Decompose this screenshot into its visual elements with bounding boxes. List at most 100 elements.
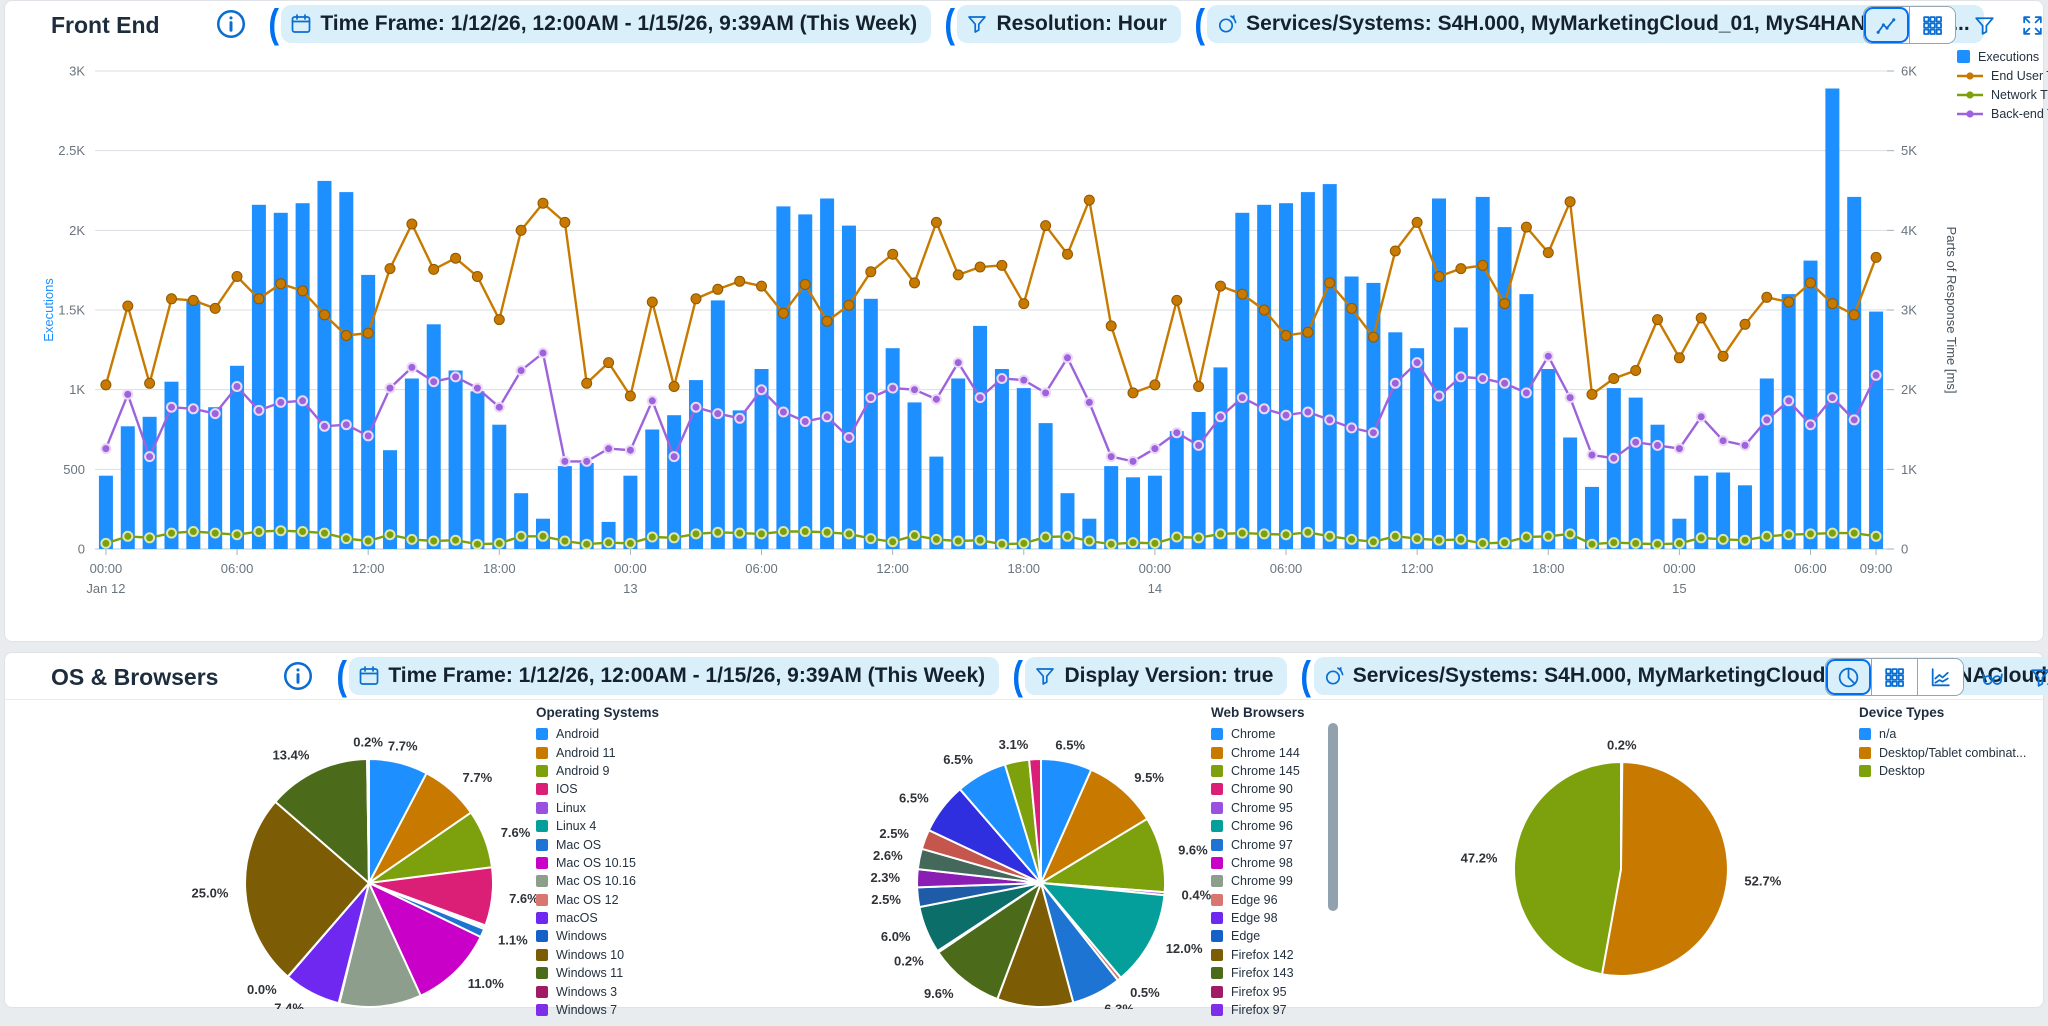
legend-item[interactable]: Firefox 142 xyxy=(1211,946,1300,964)
data-point[interactable] xyxy=(932,395,941,404)
data-point[interactable] xyxy=(823,528,832,537)
data-point[interactable] xyxy=(385,264,395,274)
bar[interactable] xyxy=(296,203,310,549)
data-point[interactable] xyxy=(866,267,876,277)
data-point[interactable] xyxy=(1260,529,1269,538)
bar[interactable] xyxy=(121,426,135,549)
data-point[interactable] xyxy=(1849,310,1859,320)
bar[interactable] xyxy=(449,371,463,550)
data-point[interactable] xyxy=(800,280,810,290)
data-point[interactable] xyxy=(648,396,657,405)
data-point[interactable] xyxy=(1762,532,1771,541)
bar[interactable] xyxy=(1432,199,1446,550)
data-point[interactable] xyxy=(298,396,307,405)
bar[interactable] xyxy=(1825,89,1839,550)
legend-item[interactable]: Firefox 97 xyxy=(1211,1001,1300,1019)
filter-button[interactable] xyxy=(2020,659,2048,695)
data-point[interactable] xyxy=(1107,540,1116,549)
data-point[interactable] xyxy=(298,527,307,536)
legend-item[interactable]: Edge xyxy=(1211,927,1300,945)
legend-item[interactable]: Firefox 143 xyxy=(1211,964,1300,982)
legend-item[interactable]: Mac OS 10.15 xyxy=(536,854,636,872)
data-point[interactable] xyxy=(1150,380,1160,390)
data-point[interactable] xyxy=(735,529,744,538)
data-point[interactable] xyxy=(997,374,1006,383)
data-point[interactable] xyxy=(1521,222,1531,232)
data-point[interactable] xyxy=(1435,536,1444,545)
legend-item[interactable]: Chrome 99 xyxy=(1211,872,1300,890)
data-point[interactable] xyxy=(1653,441,1662,450)
data-point[interactable] xyxy=(647,297,657,307)
bar[interactable] xyxy=(1454,328,1468,550)
data-point[interactable] xyxy=(604,444,613,453)
data-point[interactable] xyxy=(692,529,701,538)
data-point[interactable] xyxy=(1871,252,1881,262)
data-point[interactable] xyxy=(1675,444,1684,453)
data-point[interactable] xyxy=(757,385,766,394)
bar[interactable] xyxy=(1017,388,1031,549)
bar[interactable] xyxy=(1869,312,1883,549)
data-point[interactable] xyxy=(1544,352,1553,361)
data-point[interactable] xyxy=(1587,389,1597,399)
bar[interactable] xyxy=(1192,412,1206,549)
data-point[interactable] xyxy=(429,377,438,386)
data-point[interactable] xyxy=(342,534,351,543)
data-point[interactable] xyxy=(1281,331,1291,341)
bar[interactable] xyxy=(1279,203,1293,549)
chart-view-button[interactable] xyxy=(1917,659,1963,695)
data-point[interactable] xyxy=(845,433,854,442)
data-point[interactable] xyxy=(494,315,504,325)
legend-item[interactable]: Chrome 144 xyxy=(1211,743,1300,761)
data-point[interactable] xyxy=(997,540,1006,549)
data-point[interactable] xyxy=(626,446,635,455)
legend-item[interactable]: Firefox 95 xyxy=(1211,982,1300,1000)
data-point[interactable] xyxy=(1216,281,1226,291)
legend-item[interactable]: Linux 4 xyxy=(536,817,636,835)
bar[interactable] xyxy=(645,430,659,550)
data-point[interactable] xyxy=(1631,539,1640,548)
data-point[interactable] xyxy=(1719,535,1728,544)
data-point[interactable] xyxy=(386,530,395,539)
data-point[interactable] xyxy=(932,535,941,544)
bar[interactable] xyxy=(1782,294,1796,549)
bar[interactable] xyxy=(886,348,900,549)
bar[interactable] xyxy=(1039,423,1053,549)
legend-item[interactable]: Chrome 145 xyxy=(1211,762,1300,780)
legend-item[interactable]: Desktop xyxy=(1859,762,2026,780)
data-point[interactable] xyxy=(1019,376,1028,385)
data-point[interactable] xyxy=(910,278,920,288)
data-point[interactable] xyxy=(1522,533,1531,542)
data-point[interactable] xyxy=(823,412,832,421)
bar[interactable] xyxy=(186,300,200,549)
bar[interactable] xyxy=(405,379,419,550)
legend-item[interactable]: Windows 11 xyxy=(536,964,636,982)
data-point[interactable] xyxy=(1347,423,1356,432)
data-point[interactable] xyxy=(233,382,242,391)
data-point[interactable] xyxy=(626,539,635,548)
pie-slice[interactable] xyxy=(1514,762,1621,974)
data-point[interactable] xyxy=(320,310,330,320)
data-point[interactable] xyxy=(1303,408,1312,417)
data-point[interactable] xyxy=(1653,315,1663,325)
data-point[interactable] xyxy=(1762,415,1771,424)
data-point[interactable] xyxy=(1675,539,1684,548)
data-point[interactable] xyxy=(669,382,679,392)
data-point[interactable] xyxy=(1238,529,1247,538)
bar[interactable] xyxy=(470,391,484,549)
data-point[interactable] xyxy=(101,380,111,390)
data-point[interactable] xyxy=(713,528,722,537)
bar[interactable] xyxy=(492,425,506,549)
data-point[interactable] xyxy=(1391,532,1400,541)
data-point[interactable] xyxy=(429,264,439,274)
bar[interactable] xyxy=(1213,367,1227,549)
data-point[interactable] xyxy=(1674,353,1684,363)
data-point[interactable] xyxy=(1325,415,1334,424)
data-point[interactable] xyxy=(1019,299,1029,309)
data-point[interactable] xyxy=(1565,197,1575,207)
data-point[interactable] xyxy=(1412,217,1422,227)
data-point[interactable] xyxy=(1806,529,1815,538)
data-point[interactable] xyxy=(1522,388,1531,397)
data-point[interactable] xyxy=(1872,371,1881,380)
data-point[interactable] xyxy=(1828,529,1837,538)
data-point[interactable] xyxy=(145,452,154,461)
